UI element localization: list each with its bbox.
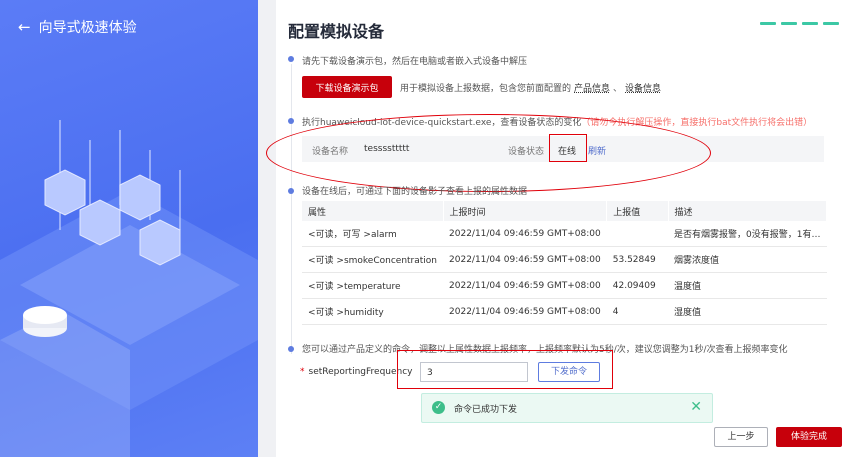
table-cell: 2022/11/04 09:46:59 GMT+08:00 xyxy=(443,272,607,299)
toast-message: 命令已成功下发 xyxy=(454,405,518,415)
device-info-link[interactable]: 设备信息 xyxy=(625,81,661,94)
download-desc: 用于模拟设备上报数据，包含您前面配置的 xyxy=(400,83,572,94)
annotation-status-box xyxy=(549,134,587,162)
table-row: <可读 >humidity 2022/11/04 09:46:59 GMT+08… xyxy=(302,298,827,325)
table-cell: 是否有烟雾报警，0没有报警，1有… xyxy=(668,221,827,247)
iot-illustration xyxy=(0,120,258,457)
close-icon[interactable]: ✕ xyxy=(690,399,702,415)
finish-button[interactable]: 体验完成 xyxy=(776,427,842,447)
table-cell: 烟雾浓度值 xyxy=(668,246,827,273)
page-title: 配置模拟设备 xyxy=(288,22,385,41)
table-cell: 湿度值 xyxy=(668,298,827,325)
table-header: 属性 上报时间 上报值 描述 xyxy=(302,201,828,221)
table-cell: <可读 >humidity xyxy=(302,298,444,325)
step-dot xyxy=(288,188,294,194)
col-report-value: 上报值 xyxy=(606,201,669,221)
download-row: 下载设备演示包 用于模拟设备上报数据，包含您前面配置的 产品信息 、 设备信息 xyxy=(302,76,664,98)
link-separator: 、 xyxy=(613,83,623,94)
table-cell: 2022/11/04 09:46:59 GMT+08:00 xyxy=(443,246,607,273)
step-dot xyxy=(288,118,294,124)
table-cell: 53.52849 xyxy=(606,246,669,273)
step-progress xyxy=(760,22,839,25)
table-row: <可读，可写 >alarm 2022/11/04 09:46:59 GMT+08… xyxy=(302,221,827,247)
table-cell: 4 xyxy=(606,298,669,325)
main-panel: 配置模拟设备 请先下载设备演示包，然后在电脑或者嵌入式设备中解压 下载设备演示包… xyxy=(266,0,865,457)
required-mark: * xyxy=(300,367,305,377)
back-link[interactable]: ← 向导式极速体验 xyxy=(18,17,137,37)
download-package-button[interactable]: 下载设备演示包 xyxy=(302,76,392,98)
table-cell: 2022/11/04 09:46:59 GMT+08:00 xyxy=(443,298,607,325)
annotation-command-box xyxy=(397,350,613,389)
property-table: 属性 上报时间 上报值 描述 <可读，可写 >alarm 2022/11/04 … xyxy=(302,201,828,325)
check-icon: ✓ xyxy=(432,401,445,414)
table-row: <可读 >temperature 2022/11/04 09:46:59 GMT… xyxy=(302,272,827,299)
table-cell: <可读，可写 >alarm xyxy=(302,221,444,247)
command-row: * setReportingFrequency xyxy=(300,367,413,377)
prev-step-button[interactable]: 上一步 xyxy=(714,427,768,447)
back-arrow-icon: ← xyxy=(18,18,31,36)
table-cell: 42.09409 xyxy=(606,272,669,299)
step-dot xyxy=(288,56,294,62)
table-cell: 2022/11/04 09:46:59 GMT+08:00 xyxy=(443,221,607,247)
table-cell: <可读 >temperature xyxy=(302,272,444,299)
step3-text: 设备在线后，可通过下面的设备影子查看上报的属性数据 xyxy=(302,187,528,197)
success-toast: ✓ 命令已成功下发 ✕ xyxy=(421,393,713,423)
left-panel: ← 向导式极速体验 xyxy=(0,0,258,457)
table-row: <可读 >smokeConcentration 2022/11/04 09:46… xyxy=(302,246,827,273)
back-label: 向导式极速体验 xyxy=(38,20,137,36)
product-info-link[interactable]: 产品信息 xyxy=(574,81,610,94)
step1-text: 请先下载设备演示包，然后在电脑或者嵌入式设备中解压 xyxy=(302,57,528,67)
annotation-ellipse xyxy=(266,114,711,192)
table-cell: <可读 >smokeConcentration xyxy=(302,246,444,273)
divider xyxy=(258,0,276,457)
table-cell xyxy=(606,221,669,247)
step-dot xyxy=(288,346,294,352)
col-report-time: 上报时间 xyxy=(443,201,608,221)
step-line xyxy=(291,64,292,354)
table-cell: 温度值 xyxy=(668,272,827,299)
col-property: 属性 xyxy=(302,201,444,221)
col-description: 描述 xyxy=(668,201,828,221)
